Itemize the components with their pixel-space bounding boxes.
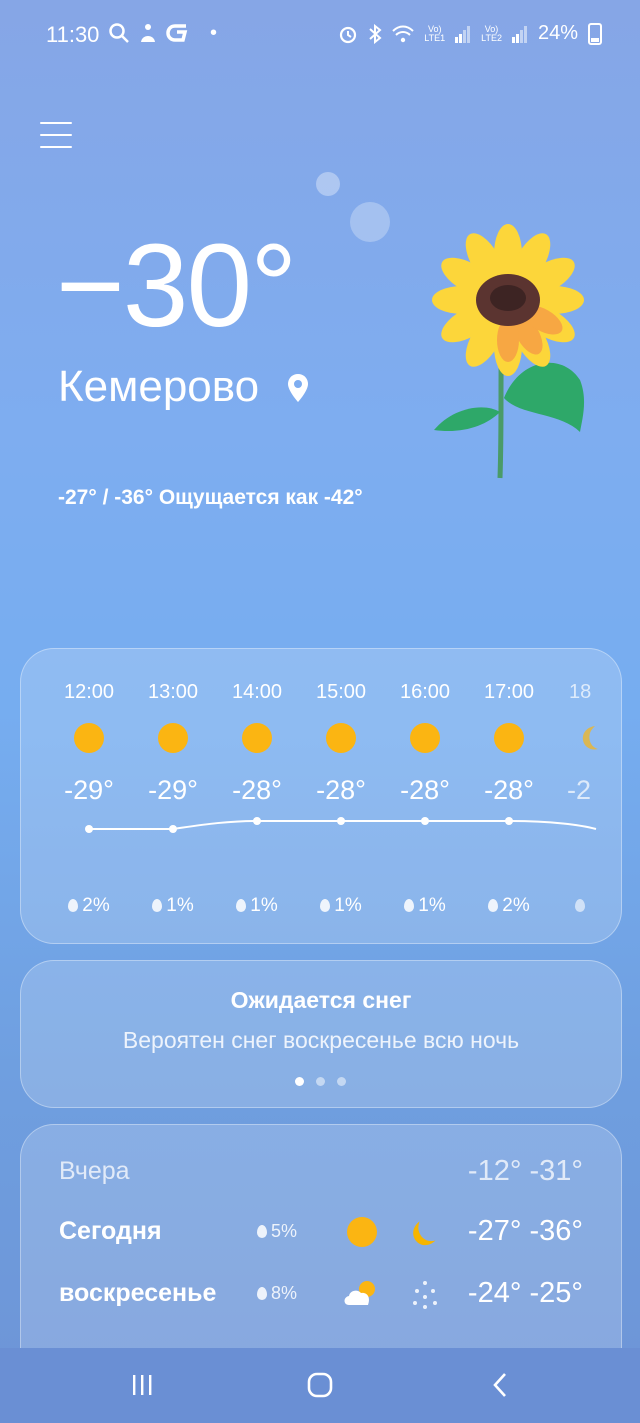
daily-forecast-card[interactable]: Вчера -12° -31° Сегодня 5% -27° -36° вос… [20, 1124, 622, 1386]
partly-cloudy-icon [344, 1281, 375, 1305]
signal-lte2-icon: Vo) LTE2 [481, 23, 502, 43]
menu-icon [40, 122, 72, 124]
day-precip-value: 8% [271, 1283, 298, 1303]
page-indicator [295, 1077, 346, 1086]
back-icon [493, 1373, 506, 1397]
moon-icon [413, 1221, 436, 1246]
search-icon [109, 23, 129, 43]
decor-bubble [350, 202, 390, 242]
alert-title: Ожидается снег [230, 987, 412, 1013]
location-pin-icon[interactable] [286, 372, 310, 404]
city-name[interactable]: Кемерово [58, 362, 259, 412]
day-name: Сегодня [59, 1217, 162, 1245]
page-dot [316, 1077, 325, 1086]
day-temps: -24° -25° [467, 1277, 583, 1309]
trend-point [85, 825, 93, 833]
alert-subtitle: Вероятен снег воскресенье всю ночь [122, 1027, 520, 1053]
decor-bubble [316, 172, 340, 196]
home-icon [307, 1372, 333, 1398]
dot-icon: • [210, 22, 218, 44]
day-precip-value: 5% [271, 1221, 298, 1241]
battery-icon [588, 22, 602, 45]
status-left-icons: • [108, 22, 217, 45]
temperature-trend-line [85, 817, 597, 833]
bluetooth-icon [369, 23, 382, 44]
app-icon [141, 24, 155, 42]
daily-row-today[interactable]: Сегодня 5% -27° -36° [21, 1215, 621, 1255]
g-icon [166, 24, 188, 42]
recent-apps-button[interactable] [122, 1370, 162, 1400]
snow-alert-card[interactable]: Ожидается снег Вероятен снег воскресенье… [20, 960, 622, 1108]
back-button[interactable] [480, 1370, 520, 1400]
wifi-icon [392, 25, 414, 42]
battery-percent: 24% [537, 22, 578, 44]
lte2-label: LTE2 [481, 32, 502, 43]
snow-icon [413, 1281, 437, 1309]
trend-point [169, 825, 177, 833]
menu-button[interactable] [40, 122, 72, 152]
recent-apps-icon [133, 1375, 152, 1395]
trend-point [421, 817, 429, 825]
sunflower-illustration [432, 224, 585, 479]
alarm-icon [340, 26, 357, 43]
signal-bars-2-icon [511, 25, 527, 43]
signal-lte1-icon: Vo) LTE1 [424, 23, 446, 43]
day-name: воскресенье [59, 1279, 217, 1307]
status-bar: 11:30 • Vo) LTE1 Vo) LTE2 24% [0, 0, 640, 70]
lte1-label: LTE1 [424, 32, 446, 43]
home-button[interactable] [300, 1370, 340, 1400]
status-time: 11:30 [46, 22, 100, 47]
sun-icon [347, 1217, 377, 1247]
trend-point [505, 817, 513, 825]
day-temps: -27° -36° [467, 1215, 583, 1247]
day-name: Вчера [59, 1157, 130, 1185]
hourly-forecast-card[interactable]: 12:00 -29° 2% 13:00 -29° 1% 14:00 -28° 1… [20, 648, 622, 944]
status-right-icons: Vo) LTE1 Vo) LTE2 24% [338, 22, 602, 45]
min-max-feels-like: -27° / -36° Ощущается как -42° [58, 486, 363, 509]
signal-bars-1-icon [455, 25, 471, 43]
page-dot-active [295, 1077, 304, 1086]
day-temps: -12° -31° [467, 1155, 583, 1187]
page-dot [337, 1077, 346, 1086]
navigation-bar [0, 1348, 640, 1423]
day-precip: 8% [257, 1283, 297, 1304]
droplet-icon [257, 1225, 267, 1238]
trend-point [337, 817, 345, 825]
trend-point [253, 817, 261, 825]
day-precip: 5% [257, 1221, 297, 1242]
daily-row-yesterday[interactable]: Вчера -12° -31° [21, 1155, 621, 1195]
droplet-icon [257, 1287, 267, 1300]
current-temperature: −30° [56, 220, 297, 352]
daily-row-sunday[interactable]: воскресенье 8% -24° -25° [21, 1277, 621, 1317]
